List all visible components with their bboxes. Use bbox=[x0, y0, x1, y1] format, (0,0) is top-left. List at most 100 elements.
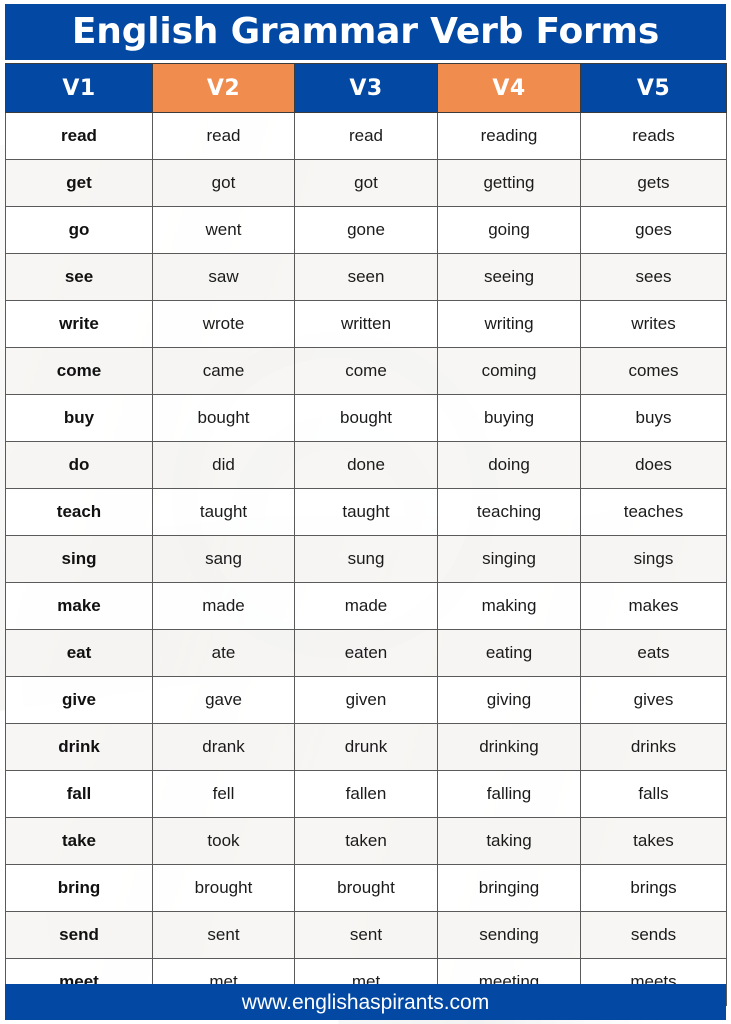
column-header-v1: V1 bbox=[5, 63, 153, 113]
verb-base-form-cell: get bbox=[5, 159, 153, 207]
table-row: teach taught taught teaching teaches bbox=[5, 488, 727, 536]
footer-bar: www.englishaspirants.com bbox=[5, 984, 726, 1020]
verb-form-cell: taken bbox=[294, 817, 438, 865]
verb-form-cell: given bbox=[294, 676, 438, 724]
verb-form-cell: making bbox=[437, 582, 581, 630]
verb-form-cell: did bbox=[152, 441, 295, 489]
verb-form-cell: seeing bbox=[437, 253, 581, 301]
verb-form-cell: reading bbox=[437, 112, 581, 160]
table-row: fall fell fallen falling falls bbox=[5, 770, 727, 818]
verb-form-cell: buying bbox=[437, 394, 581, 442]
verb-base-form-cell: come bbox=[5, 347, 153, 395]
verb-form-cell: buys bbox=[580, 394, 727, 442]
verb-base-form-cell: teach bbox=[5, 488, 153, 536]
verb-base-form-cell: do bbox=[5, 441, 153, 489]
verb-form-cell: drinking bbox=[437, 723, 581, 771]
table-row: come came come coming comes bbox=[5, 347, 727, 395]
verb-form-cell: brought bbox=[152, 864, 295, 912]
verb-base-form-cell: write bbox=[5, 300, 153, 348]
verb-base-form-cell: fall bbox=[5, 770, 153, 818]
verb-form-cell: saw bbox=[152, 253, 295, 301]
verb-form-cell: seen bbox=[294, 253, 438, 301]
table-row: eat ate eaten eating eats bbox=[5, 629, 727, 677]
verb-form-cell: teaching bbox=[437, 488, 581, 536]
verb-base-form-cell: drink bbox=[5, 723, 153, 771]
verb-base-form-cell: sing bbox=[5, 535, 153, 583]
verb-form-cell: sent bbox=[294, 911, 438, 959]
verb-form-cell: writing bbox=[437, 300, 581, 348]
table-row: give gave given giving gives bbox=[5, 676, 727, 724]
verb-base-form-cell: bring bbox=[5, 864, 153, 912]
verb-form-cell: drinks bbox=[580, 723, 727, 771]
column-header-v4: V4 bbox=[437, 63, 581, 113]
verb-base-form-cell: send bbox=[5, 911, 153, 959]
verb-form-cell: gets bbox=[580, 159, 727, 207]
verb-form-cell: done bbox=[294, 441, 438, 489]
table-row: drink drank drunk drinking drinks bbox=[5, 723, 727, 771]
verb-form-cell: eaten bbox=[294, 629, 438, 677]
verb-form-cell: come bbox=[294, 347, 438, 395]
verb-form-cell: drank bbox=[152, 723, 295, 771]
verb-form-cell: teaches bbox=[580, 488, 727, 536]
verb-form-cell: doing bbox=[437, 441, 581, 489]
verb-forms-table-container: V1 V2 V3 V4 V5 read read read reading reads g… bbox=[5, 63, 727, 1006]
verb-form-cell: brings bbox=[580, 864, 727, 912]
verb-base-form-cell: take bbox=[5, 817, 153, 865]
verb-base-form-cell: see bbox=[5, 253, 153, 301]
verb-form-cell: came bbox=[152, 347, 295, 395]
table-row: make made made making makes bbox=[5, 582, 727, 630]
page-title: English Grammar Verb Forms bbox=[71, 11, 660, 52]
verb-form-cell: writes bbox=[580, 300, 727, 348]
verb-form-cell: singing bbox=[437, 535, 581, 583]
verb-base-form-cell: eat bbox=[5, 629, 153, 677]
page-title-bar: English Grammar Verb Forms bbox=[5, 4, 726, 60]
verb-form-cell: sends bbox=[580, 911, 727, 959]
table-row: see saw seen seeing sees bbox=[5, 253, 727, 301]
verb-form-cell: read bbox=[152, 112, 295, 160]
verb-form-cell: bought bbox=[152, 394, 295, 442]
verb-form-cell: sung bbox=[294, 535, 438, 583]
verb-form-cell: ate bbox=[152, 629, 295, 677]
verb-base-form-cell: give bbox=[5, 676, 153, 724]
verb-form-cell: drunk bbox=[294, 723, 438, 771]
verb-form-cell: sings bbox=[580, 535, 727, 583]
table-row: read read read reading reads bbox=[5, 112, 727, 160]
verb-form-cell: sees bbox=[580, 253, 727, 301]
verb-form-cell: brought bbox=[294, 864, 438, 912]
verb-form-cell: makes bbox=[580, 582, 727, 630]
verb-form-cell: sent bbox=[152, 911, 295, 959]
verb-form-cell: got bbox=[152, 159, 295, 207]
verb-form-cell: bringing bbox=[437, 864, 581, 912]
verb-form-cell: fallen bbox=[294, 770, 438, 818]
verb-form-cell: going bbox=[437, 206, 581, 254]
verb-base-form-cell: go bbox=[5, 206, 153, 254]
table-row: buy bought bought buying buys bbox=[5, 394, 727, 442]
column-header-v3: V3 bbox=[294, 63, 438, 113]
verb-form-cell: goes bbox=[580, 206, 727, 254]
table-row: go went gone going goes bbox=[5, 206, 727, 254]
verb-form-cell: went bbox=[152, 206, 295, 254]
verb-form-cell: falls bbox=[580, 770, 727, 818]
verb-form-cell: giving bbox=[437, 676, 581, 724]
verb-form-cell: getting bbox=[437, 159, 581, 207]
verb-form-cell: coming bbox=[437, 347, 581, 395]
verb-form-cell: bought bbox=[294, 394, 438, 442]
verb-form-cell: sang bbox=[152, 535, 295, 583]
verb-form-cell: made bbox=[152, 582, 295, 630]
verb-base-form-cell: make bbox=[5, 582, 153, 630]
verb-form-cell: taught bbox=[152, 488, 295, 536]
column-header-v2: V2 bbox=[152, 63, 295, 113]
verb-forms-table: V1 V2 V3 V4 V5 read read read reading reads g… bbox=[5, 63, 727, 1006]
verb-form-cell: read bbox=[294, 112, 438, 160]
verb-form-cell: gone bbox=[294, 206, 438, 254]
table-row: get got got getting gets bbox=[5, 159, 727, 207]
verb-form-cell: fell bbox=[152, 770, 295, 818]
verb-form-cell: taught bbox=[294, 488, 438, 536]
verb-form-cell: gave bbox=[152, 676, 295, 724]
verb-form-cell: does bbox=[580, 441, 727, 489]
verb-form-cell: gives bbox=[580, 676, 727, 724]
verb-form-cell: written bbox=[294, 300, 438, 348]
verb-form-cell: made bbox=[294, 582, 438, 630]
verb-form-cell: takes bbox=[580, 817, 727, 865]
website-url: www.englishaspirants.com bbox=[241, 990, 490, 1014]
